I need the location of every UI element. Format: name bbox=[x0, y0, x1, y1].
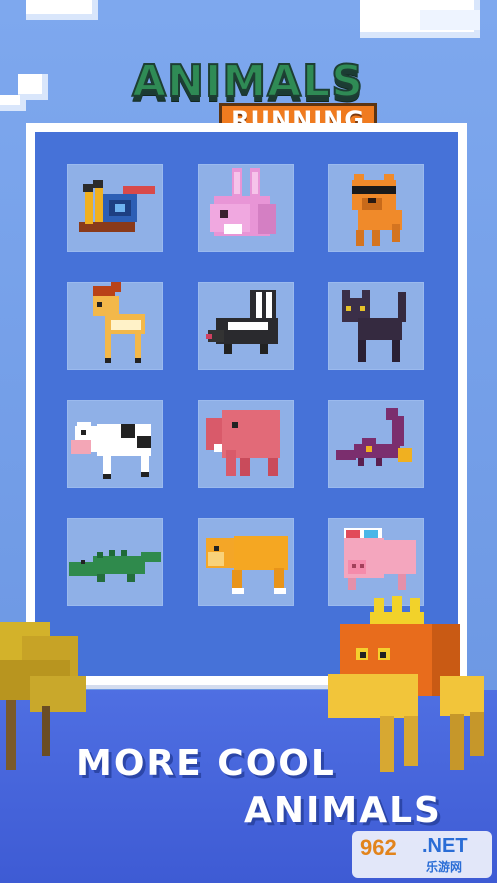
cloud bbox=[0, 95, 26, 111]
elephant-icon bbox=[206, 410, 280, 476]
animal-tile-dog[interactable] bbox=[328, 164, 424, 252]
game-title: ANIMALS bbox=[131, 55, 364, 108]
black-cat-icon bbox=[342, 290, 406, 362]
pig-with-3d-glasses-icon bbox=[344, 528, 416, 590]
animal-tile-black-cat[interactable] bbox=[328, 282, 424, 370]
watermark-suffix: .NET bbox=[422, 835, 468, 857]
tagline-line2: ANIMALS bbox=[244, 790, 442, 831]
animal-tile-rabbit[interactable] bbox=[198, 164, 294, 252]
animal-tile-deer[interactable] bbox=[67, 282, 163, 370]
cloud bbox=[26, 0, 98, 20]
crocodile-icon bbox=[69, 550, 161, 582]
skunk-icon bbox=[206, 290, 278, 354]
cow-icon bbox=[71, 422, 151, 479]
rabbit-icon bbox=[210, 168, 276, 236]
animal-tile-scorpion[interactable] bbox=[328, 400, 424, 488]
watermark-subtext: 乐游网 bbox=[426, 860, 463, 874]
animal-tile-elephant[interactable] bbox=[198, 400, 294, 488]
animal-tile-crocodile[interactable] bbox=[67, 518, 163, 606]
yellow-camel-mascot-icon bbox=[328, 596, 484, 772]
lion-icon bbox=[206, 536, 288, 594]
animal-tile-pig[interactable] bbox=[328, 518, 424, 606]
snail-icon bbox=[79, 180, 155, 232]
animal-tile-skunk[interactable] bbox=[198, 282, 294, 370]
animal-tile-snail[interactable] bbox=[67, 164, 163, 252]
scorpion-icon bbox=[336, 408, 412, 466]
animal-tile-lion[interactable] bbox=[198, 518, 294, 606]
tagline-line1: MORE COOL bbox=[76, 743, 336, 784]
animal-tile-cow[interactable] bbox=[67, 400, 163, 488]
deer-icon bbox=[93, 282, 145, 363]
watermark-logo: 962 .NET 乐游网 bbox=[352, 831, 492, 878]
cloud bbox=[420, 10, 480, 30]
dog-with-sunglasses-icon bbox=[352, 174, 402, 246]
watermark-number: 962 bbox=[360, 835, 397, 860]
